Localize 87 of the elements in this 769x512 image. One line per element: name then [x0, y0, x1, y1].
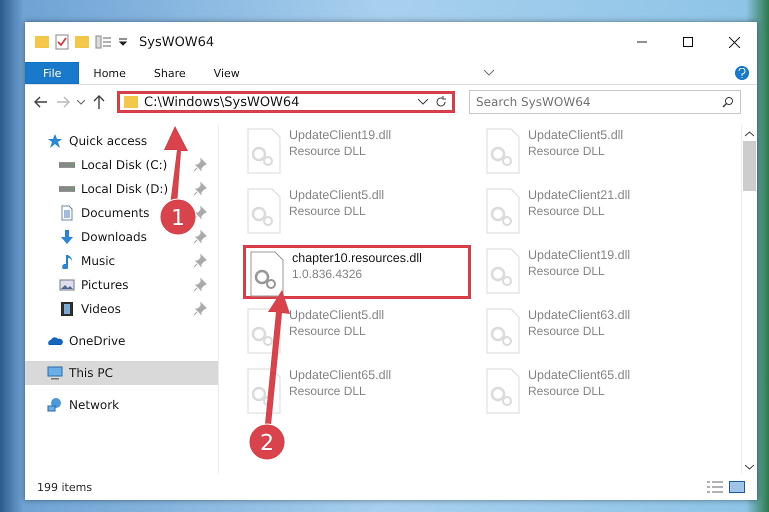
file-detail: Resource DLL: [528, 384, 606, 398]
document-icon: [59, 205, 75, 221]
file-name: UpdateClient65.dll: [528, 368, 630, 382]
folder-icon: [124, 96, 138, 108]
nav-item[interactable]: Downloads: [59, 229, 147, 245]
nav-item[interactable]: Network: [47, 397, 120, 413]
file-name: UpdateClient19.dll: [289, 128, 392, 142]
picture-icon: [59, 277, 75, 293]
minimize-icon[interactable]: [637, 41, 647, 43]
gear-file-icon: [486, 128, 520, 174]
scrollbar-thumb[interactable]: [743, 141, 756, 191]
gear-file-icon: [250, 251, 284, 297]
nav-item[interactable]: Videos: [59, 301, 121, 317]
file-name: UpdateClient5.dll: [528, 128, 624, 142]
gear-file-icon: [486, 188, 520, 234]
nav-item[interactable]: Documents: [59, 205, 150, 221]
network-icon: [47, 397, 63, 413]
ribbon-tab[interactable]: File: [25, 62, 80, 84]
file-detail: Resource DLL: [528, 324, 606, 338]
file-name: UpdateClient5.dll: [289, 188, 384, 202]
refresh-icon[interactable]: [434, 95, 448, 109]
ribbon-tab[interactable]: View: [200, 62, 254, 84]
file-name: UpdateClient19.dll: [528, 248, 630, 262]
file-name: UpdateClient5.dll: [289, 308, 384, 322]
details-view-icon[interactable]: [707, 481, 723, 493]
help-icon[interactable]: [734, 66, 749, 80]
down-arrow-icon: [59, 229, 75, 245]
pin-icon[interactable]: [192, 301, 208, 317]
nav-item[interactable]: Pictures: [59, 277, 129, 293]
file-name: chapter10.resources.dll: [292, 251, 422, 265]
music-note-icon: [59, 253, 75, 269]
drive-icon: [59, 162, 75, 168]
thumbnail-view-icon[interactable]: [729, 481, 745, 493]
search-field[interactable]: Search SysWOW64: [469, 90, 741, 114]
file-name: UpdateClient63.dll: [528, 308, 630, 322]
pin-icon[interactable]: [192, 157, 208, 173]
nav-item[interactable]: OneDrive: [47, 333, 126, 349]
window-title: SysWOW64: [139, 34, 214, 50]
address-bar[interactable]: C:\Windows\SysWOW64: [117, 91, 455, 113]
film-icon: [59, 301, 75, 317]
search-icon: [722, 96, 734, 108]
nav-item[interactable]: Quick access: [47, 133, 148, 149]
chevron-up-icon[interactable]: [745, 131, 754, 137]
chevron-down-icon[interactable]: [418, 99, 428, 105]
nav-item[interactable]: Local Disk (C:): [59, 158, 168, 172]
scrollbar[interactable]: [741, 125, 757, 474]
file-detail: Resource DLL: [289, 204, 367, 218]
gear-file-icon: [486, 368, 520, 414]
chevron-down-icon[interactable]: [484, 70, 494, 76]
gear-file-icon: [247, 128, 281, 174]
ribbon-tab[interactable]: Home: [79, 62, 140, 84]
file-detail: Resource DLL: [528, 264, 606, 278]
file-item[interactable]: chapter10.resources.dll 1.0.836.4326: [243, 245, 471, 299]
file-detail: Resource DLL: [289, 384, 367, 398]
chevron-down-icon[interactable]: [77, 100, 85, 104]
up-arrow-icon[interactable]: [91, 94, 107, 110]
drive-icon: [59, 186, 75, 192]
pin-icon[interactable]: [192, 277, 208, 293]
dropdown-icon[interactable]: [119, 38, 127, 46]
monitor-icon: [47, 365, 63, 381]
file-detail: 1.0.836.4326: [292, 267, 364, 281]
file-detail: Resource DLL: [528, 144, 606, 158]
pin-icon[interactable]: [192, 229, 208, 245]
file-detail: Resource DLL: [528, 204, 606, 218]
pin-icon[interactable]: [192, 181, 208, 197]
checklist-icon[interactable]: [55, 34, 69, 50]
maximize-icon[interactable]: [683, 37, 693, 47]
star-icon: [47, 133, 63, 149]
nav-item[interactable]: Local Disk (D:): [59, 182, 168, 196]
gear-file-icon: [486, 248, 520, 294]
file-name: UpdateClient65.dll: [289, 368, 392, 382]
file-name: UpdateClient21.dll: [528, 188, 630, 202]
file-detail: Resource DLL: [289, 144, 367, 158]
file-detail: Resource DLL: [289, 324, 367, 338]
back-arrow-icon[interactable]: [33, 94, 49, 110]
properties-icon[interactable]: [95, 35, 113, 49]
pin-icon[interactable]: [192, 253, 208, 269]
gear-file-icon: [247, 188, 281, 234]
close-icon[interactable]: [728, 36, 740, 48]
chevron-down-icon[interactable]: [745, 464, 754, 470]
ribbon-tab[interactable]: Share: [140, 62, 200, 84]
step-badge: 2: [248, 424, 286, 460]
item-count: 199 items: [37, 480, 92, 494]
gear-file-icon: [486, 308, 520, 354]
step-badge: 1: [160, 198, 196, 236]
nav-item[interactable]: Music: [59, 253, 116, 269]
nav-item[interactable]: This PC: [25, 361, 218, 385]
